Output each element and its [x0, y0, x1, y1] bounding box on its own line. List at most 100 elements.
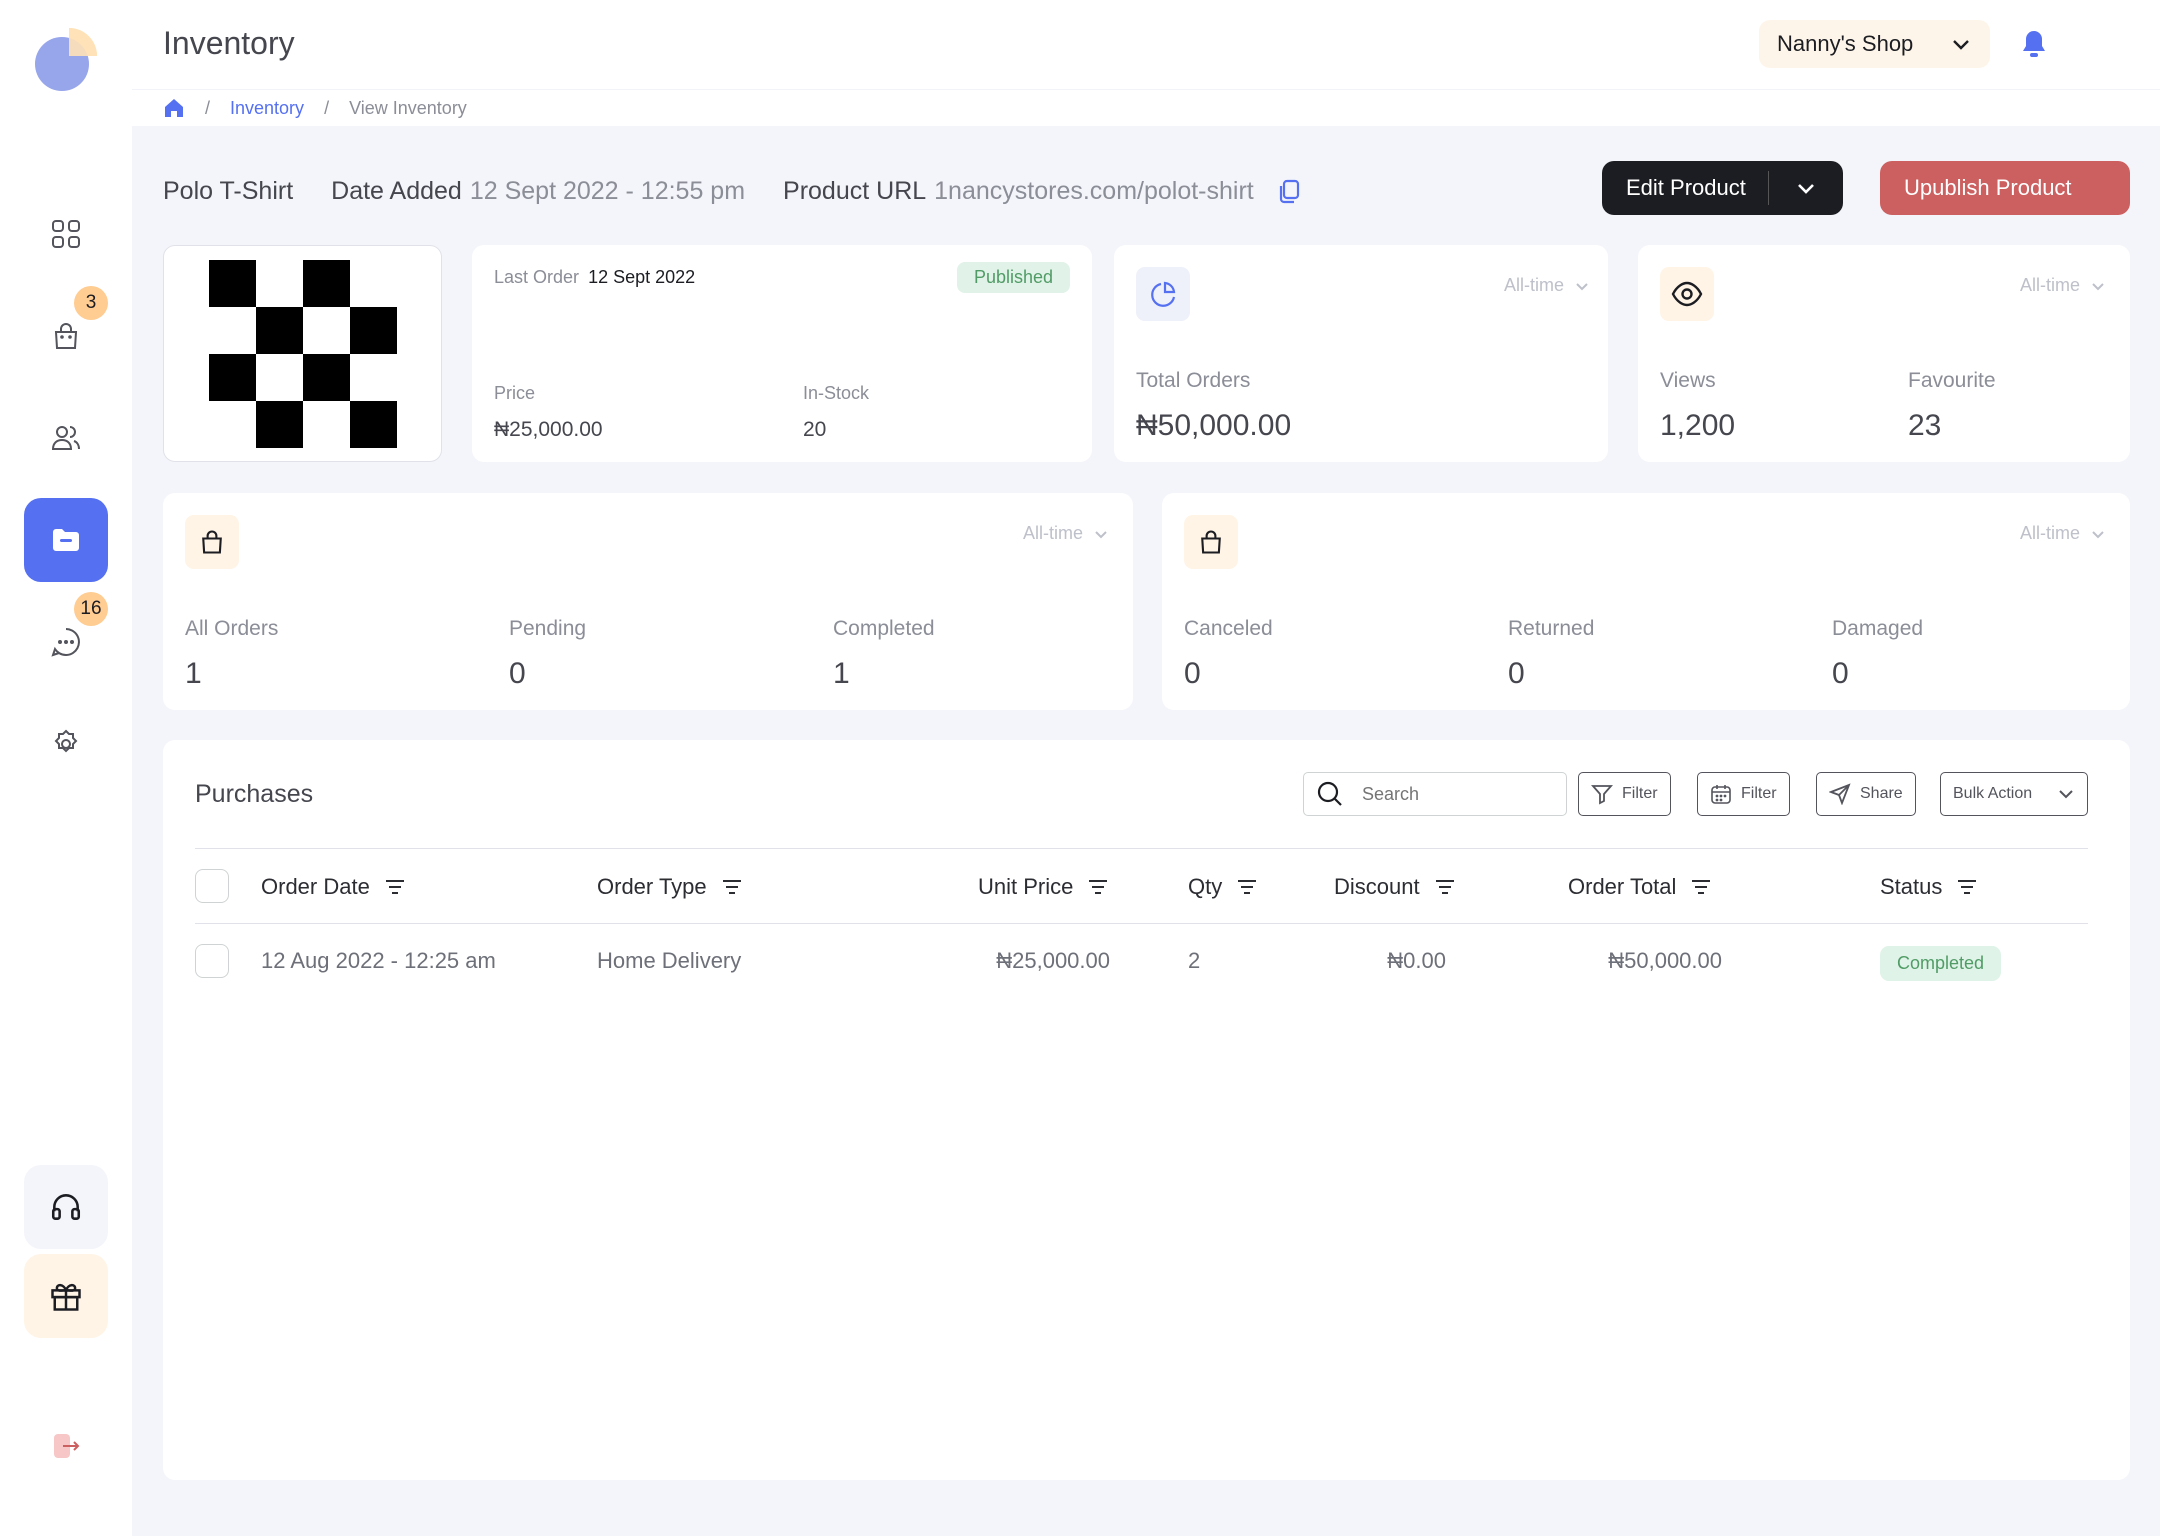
bag-icon [185, 515, 239, 569]
product-name: Polo T-Shirt [163, 176, 294, 205]
product-url-label: Product URL [783, 176, 927, 205]
last-order: Last Order 12 Sept 2022 [494, 267, 695, 288]
table-header: Order Date Order Type Unit Price Qty Dis… [195, 848, 2088, 924]
date-added-label: Date Added [331, 176, 462, 205]
purchases-title: Purchases [195, 780, 314, 808]
bag-icon [1184, 515, 1238, 569]
search-icon [1316, 780, 1344, 808]
period-select[interactable]: All-time [1504, 275, 1590, 296]
column-order-date[interactable]: Order Date [261, 849, 406, 925]
share-button[interactable]: Share [1816, 772, 1916, 816]
column-order-total[interactable]: Order Total [1568, 849, 1712, 925]
filter-button[interactable]: Filter [1578, 772, 1671, 816]
bulk-action-select[interactable]: Bulk Action [1940, 772, 2088, 816]
column-unit-price[interactable]: Unit Price [978, 849, 1109, 925]
last-order-value: 12 Sept 2022 [588, 267, 696, 287]
sidebar-item-inventory[interactable] [24, 498, 108, 582]
logo[interactable] [33, 28, 97, 92]
total-orders-card: All-time Total Orders ₦50,000.00 [1114, 245, 1608, 462]
row-checkbox[interactable] [195, 944, 229, 978]
chevron-down-icon [1093, 526, 1109, 542]
shop-selector[interactable]: Nanny's Shop [1759, 20, 1990, 68]
sort-icon [384, 878, 406, 896]
sidebar-item-conversations[interactable]: 16 [24, 592, 108, 684]
sort-icon [1434, 878, 1456, 896]
column-order-type[interactable]: Order Type [597, 849, 743, 925]
breadcrumb-view-inventory: View Inventory [349, 97, 467, 118]
column-status[interactable]: Status [1880, 849, 1978, 925]
column-discount[interactable]: Discount [1334, 849, 1456, 925]
grid-icon [50, 218, 82, 250]
product-summary-card: Last Order 12 Sept 2022 Published Price … [472, 245, 1092, 462]
sidebar-item-gift[interactable] [24, 1254, 108, 1338]
sidebar-item-support[interactable] [24, 1165, 108, 1249]
cell-qty: 2 [1188, 948, 1201, 973]
favourite-label: Favourite [1908, 369, 1996, 392]
users-icon [50, 422, 82, 454]
chevron-down-icon [1950, 33, 1972, 55]
cell-discount: ₦0.00 [1387, 948, 1446, 973]
views-card: All-time Views 1,200 Favourite 23 [1638, 245, 2130, 462]
damaged-value: 0 [1832, 657, 1849, 690]
home-icon[interactable] [163, 97, 185, 119]
product-image[interactable] [209, 260, 397, 448]
chevron-down-icon [2090, 278, 2106, 294]
shop-name: Nanny's Shop [1777, 31, 1914, 56]
send-icon [1829, 783, 1851, 805]
gift-icon [48, 1278, 84, 1314]
sidebar-item-customers[interactable] [24, 396, 108, 480]
last-order-label: Last Order [494, 267, 580, 287]
sidebar: 3 16 [0, 0, 132, 1536]
purchases-card: Purchases Filter Filter Share Bulk Actio… [163, 740, 2130, 1480]
date-added-value: 12 Sept 2022 - 12:55 pm [469, 176, 746, 205]
filter-label: Filter [1622, 785, 1658, 802]
total-orders-value: ₦50,000.00 [1136, 409, 1292, 442]
table-row[interactable]: 12 Aug 2022 - 12:25 am Home Delivery ₦25… [195, 924, 2088, 1000]
search-input[interactable] [1362, 783, 1542, 805]
sort-icon [1087, 878, 1109, 896]
period-label: All-time [1022, 523, 1083, 543]
breadcrumb-inventory[interactable]: Inventory [230, 98, 304, 119]
eye-icon [1660, 267, 1714, 321]
column-qty[interactable]: Qty [1188, 849, 1258, 925]
sort-icon [721, 878, 743, 896]
period-select[interactable]: All-time [2020, 275, 2106, 296]
total-orders-label: Total Orders [1136, 369, 1251, 392]
pending-label: Pending [509, 617, 587, 640]
sort-icon [1956, 878, 1978, 896]
column-label: Qty [1188, 874, 1223, 899]
headphones-icon [49, 1190, 83, 1224]
column-label: Order Total [1568, 874, 1677, 899]
folder-icon [50, 524, 82, 556]
canceled-value: 0 [1184, 657, 1201, 690]
sidebar-item-settings[interactable] [24, 702, 108, 786]
date-filter-button[interactable]: Filter [1697, 772, 1790, 816]
logout-button[interactable] [24, 1404, 108, 1488]
edit-product-button[interactable]: Edit Product [1602, 161, 1843, 215]
edit-product-label: Edit Product [1626, 175, 1746, 200]
unpublish-product-button[interactable]: Upublish Product [1880, 161, 2130, 215]
pie-chart-icon [1136, 267, 1190, 321]
header: Inventory Nanny's Shop [132, 0, 2160, 90]
search-box[interactable] [1303, 772, 1567, 816]
notification-bell-icon[interactable] [2020, 29, 2048, 59]
share-label: Share [1860, 785, 1903, 802]
period-label: All-time [2019, 523, 2080, 543]
select-all-checkbox[interactable] [195, 869, 229, 903]
chevron-down-icon[interactable] [1769, 176, 1843, 200]
favourite-value: 23 [1908, 409, 1942, 442]
product-url-value[interactable]: 1nancystores.com/polot-shirt [934, 177, 1254, 206]
views-label: Views [1660, 369, 1716, 392]
sidebar-item-orders[interactable]: 3 [24, 286, 108, 378]
damaged-label: Damaged [1832, 617, 1924, 640]
period-select[interactable]: All-time [1023, 523, 1109, 544]
period-label: All-time [2019, 275, 2080, 295]
in-stock-label: In-Stock [803, 383, 870, 403]
period-select[interactable]: All-time [2020, 523, 2106, 544]
sidebar-item-dashboard[interactable] [24, 192, 108, 276]
period-label: All-time [1503, 275, 1564, 295]
filter-icon [1591, 783, 1613, 805]
page-title: Inventory [163, 25, 295, 61]
copy-icon[interactable] [1276, 178, 1302, 204]
price-label: Price [494, 383, 536, 403]
